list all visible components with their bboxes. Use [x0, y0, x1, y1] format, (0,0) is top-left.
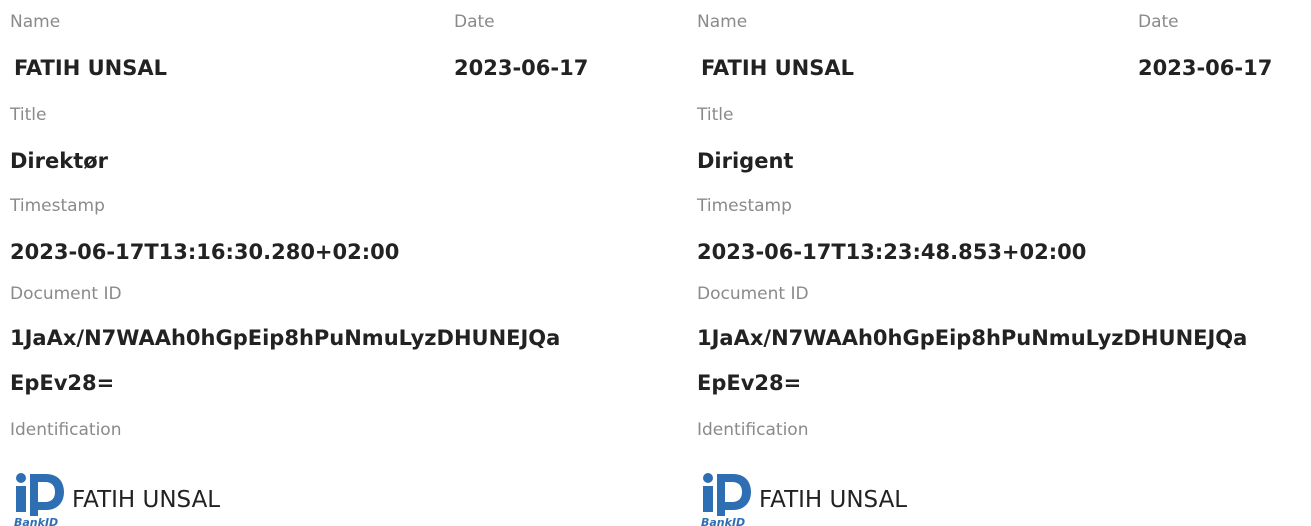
signing-timestamp: 2023-06-17T13:23:48.853+02:00	[697, 240, 1087, 264]
name-label: Name	[697, 12, 748, 32]
date-label: Date	[1138, 12, 1179, 32]
document-id-line-2: EpEv28=	[697, 371, 802, 395]
timestamp-label: Timestamp	[10, 196, 105, 216]
identification-name: FATIH UNSAL	[72, 487, 221, 513]
document-id-line-1: 1JaAx/N7WAAh0hGpEip8hPuNmuLyzDHUNEJQa	[10, 326, 561, 350]
identification-name: FATIH UNSAL	[759, 487, 908, 513]
identification-label: Identification	[10, 420, 122, 440]
identification-label: Identification	[697, 420, 809, 440]
name-label: Name	[10, 12, 61, 32]
identification-row: BankID FATIH UNSAL	[10, 470, 410, 526]
document-id-line-1: 1JaAx/N7WAAh0hGpEip8hPuNmuLyzDHUNEJQa	[697, 326, 1248, 350]
title-label: Title	[697, 105, 734, 125]
signer-name: FATIH UNSAL	[14, 56, 167, 80]
signer-title: Dirigent	[697, 149, 794, 173]
signing-date: 2023-06-17	[454, 56, 589, 80]
signature-block-1: Name Date FATIH UNSAL 2023-06-17 Title D…	[10, 0, 650, 526]
title-label: Title	[10, 105, 47, 125]
signing-timestamp: 2023-06-17T13:16:30.280+02:00	[10, 240, 400, 264]
signer-title: Direktør	[10, 149, 109, 173]
timestamp-label: Timestamp	[697, 196, 792, 216]
document-id-label: Document ID	[10, 284, 122, 304]
bankid-logo-icon: BankID	[14, 473, 64, 526]
date-label: Date	[454, 12, 495, 32]
bankid-logo-icon: BankID	[701, 473, 751, 526]
bankid-logo-text: BankID	[14, 516, 58, 526]
signer-name: FATIH UNSAL	[701, 56, 854, 80]
document-id-line-2: EpEv28=	[10, 371, 115, 395]
bankid-logo-text: BankID	[701, 516, 745, 526]
document-id-label: Document ID	[697, 284, 809, 304]
identification-row: BankID FATIH UNSAL	[697, 470, 1097, 526]
signature-block-2: Name Date FATIH UNSAL 2023-06-17 Title D…	[697, 0, 1311, 526]
signing-date: 2023-06-17	[1138, 56, 1273, 80]
